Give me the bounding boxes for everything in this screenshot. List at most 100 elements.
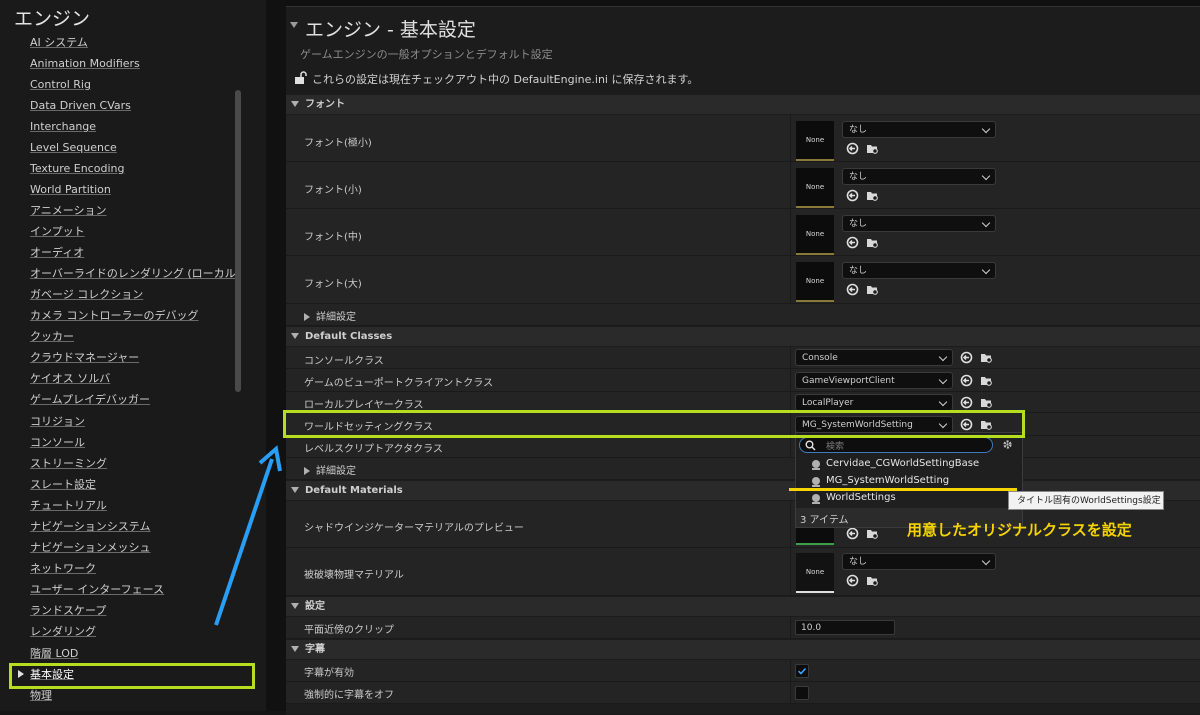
class-dropdown[interactable]: Console	[795, 349, 953, 366]
section-header-default-classes[interactable]: Default Classes	[286, 327, 1200, 346]
sidebar-item[interactable]: ネットワーク	[30, 560, 96, 578]
use-selected-icon[interactable]	[960, 374, 973, 387]
search-bar[interactable]	[286, 0, 1200, 7]
advanced-expander-row[interactable]: 詳細設定	[286, 304, 1200, 326]
sidebar-item[interactable]: ガベージ コレクション	[30, 286, 143, 304]
browse-folder-icon[interactable]	[980, 374, 993, 387]
sidebar-item[interactable]: ユーザー インターフェース	[30, 581, 164, 599]
sidebar-item[interactable]: Control Rig	[30, 76, 91, 94]
sidebar-item[interactable]: World Partition	[30, 181, 111, 199]
asset-dropdown[interactable]: なし	[842, 262, 996, 279]
use-selected-icon[interactable]	[960, 351, 973, 364]
asset-dropdown[interactable]: なし	[842, 121, 996, 138]
browse-folder-icon[interactable]	[980, 396, 993, 409]
class-dropdown[interactable]: GameViewportClient	[795, 372, 953, 389]
advanced-expander-row[interactable]: 詳細設定	[286, 458, 1200, 480]
use-selected-icon[interactable]	[846, 236, 859, 249]
near-clip-input[interactable]: 10.0	[795, 620, 895, 635]
sidebar-item[interactable]: アニメーション	[30, 202, 107, 220]
sidebar-item[interactable]: クッカー	[30, 328, 74, 346]
property-label: フォント(極小)	[304, 138, 372, 149]
browse-folder-icon[interactable]	[866, 527, 879, 540]
asset-dropdown[interactable]: なし	[842, 168, 996, 185]
asset-thumbnail[interactable]: None	[796, 168, 834, 208]
section-header-subtitles[interactable]: 字幕	[286, 640, 1200, 659]
collapse-arrow-icon[interactable]	[290, 22, 298, 28]
use-selected-icon[interactable]	[846, 574, 859, 587]
class-dropdown[interactable]: LocalPlayer	[795, 394, 953, 411]
asset-dropdown[interactable]: なし	[842, 553, 996, 570]
sidebar-item[interactable]: Data Driven CVars	[30, 97, 131, 115]
sidebar-item[interactable]: クラウドマネージャー	[30, 349, 139, 367]
sidebar-item[interactable]: ランドスケープ	[30, 602, 106, 620]
class-option[interactable]: WorldSettings	[826, 492, 896, 503]
collapse-arrow-icon	[291, 645, 299, 652]
sidebar-item[interactable]: カメラ コントローラーのデバッグ	[30, 307, 199, 325]
browse-folder-icon[interactable]	[866, 283, 879, 296]
sidebar-item[interactable]: ナビゲーションシステム	[30, 518, 150, 536]
gear-icon[interactable]	[1001, 438, 1014, 451]
advanced-label: 詳細設定	[316, 466, 356, 477]
config-note: これらの設定は現在チェックアウト中の DefaultEngine.ini に保存…	[312, 73, 699, 86]
use-selected-icon[interactable]	[846, 189, 859, 202]
subtitles-enabled-checkbox[interactable]	[795, 664, 809, 678]
property-label: レベルスクリプトアクタクラス	[304, 444, 443, 455]
sidebar-item[interactable]: コンソール	[30, 434, 85, 452]
class-search-input[interactable]: 検索	[799, 437, 993, 453]
sidebar-item[interactable]: オーバーライドのレンダリング (ローカル)	[30, 265, 240, 283]
browse-folder-icon[interactable]	[866, 189, 879, 202]
sidebar-item[interactable]: チュートリアル	[30, 497, 107, 515]
asset-thumbnail[interactable]: None	[796, 215, 834, 255]
property-label: 被破壊物理マテリアル	[304, 570, 404, 581]
sidebar-item[interactable]: Animation Modifiers	[30, 55, 140, 73]
asset-thumbnail[interactable]: None	[796, 262, 834, 302]
sidebar-item[interactable]: インプット	[30, 223, 85, 241]
browse-folder-icon[interactable]	[866, 574, 879, 587]
annotation-text: 用意したオリジナルクラスを設定	[907, 521, 1132, 539]
sidebar-item[interactable]: 階層 LOD	[30, 645, 78, 663]
column-divider	[790, 209, 791, 255]
class-option-selected[interactable]: MG_SystemWorldSetting	[826, 475, 949, 486]
sidebar-item[interactable]: レンダリング	[30, 623, 96, 641]
asset-thumbnail[interactable]: None	[796, 121, 834, 161]
property-row: コンソールクラス Console	[286, 347, 1200, 369]
sidebar-item[interactable]: ゲームプレイデバッガー	[30, 391, 150, 409]
property-row: 被破壊物理マテリアル None なし	[286, 548, 1200, 596]
advanced-label: 詳細設定	[316, 312, 356, 323]
sidebar-item[interactable]: スレート設定	[30, 476, 96, 494]
chevron-down-icon	[981, 218, 991, 228]
chevron-down-icon	[981, 124, 991, 134]
sidebar-item[interactable]: ケイオス ソルバ	[30, 370, 110, 388]
dropdown-value: Console	[802, 353, 838, 363]
property-label: 強制的に字幕をオフ	[304, 690, 394, 701]
dropdown-value: LocalPlayer	[802, 398, 854, 408]
advanced-expander[interactable]: 詳細設定	[304, 308, 356, 323]
use-selected-icon[interactable]	[846, 142, 859, 155]
sidebar-item[interactable]: ストリーミング	[30, 455, 107, 473]
advanced-expander[interactable]: 詳細設定	[304, 462, 356, 477]
section-header-fonts[interactable]: フォント	[286, 95, 1200, 114]
property-row-partial	[286, 704, 1200, 715]
use-selected-icon[interactable]	[846, 283, 859, 296]
browse-folder-icon[interactable]	[866, 236, 879, 249]
sidebar-item[interactable]: ナビゲーションメッシュ	[30, 539, 150, 557]
property-label: 字幕が有効	[304, 668, 354, 679]
sidebar-item[interactable]: AI システム	[30, 34, 88, 52]
sidebar-item[interactable]: 物理	[30, 687, 52, 705]
sidebar-item[interactable]: オーディオ	[30, 244, 84, 262]
section-header-settings[interactable]: 設定	[286, 597, 1200, 616]
sidebar-item[interactable]: Texture Encoding	[30, 160, 124, 178]
use-selected-icon[interactable]	[960, 396, 973, 409]
sidebar-item[interactable]: Interchange	[30, 118, 96, 136]
asset-dropdown[interactable]: なし	[842, 215, 996, 232]
sidebar-item[interactable]: Level Sequence	[30, 139, 117, 157]
asset-thumbnail[interactable]: None	[796, 553, 834, 593]
section-title: Default Classes	[305, 331, 393, 342]
use-selected-icon[interactable]	[846, 527, 859, 540]
browse-folder-icon[interactable]	[866, 142, 879, 155]
sidebar-scrollbar[interactable]	[235, 90, 241, 392]
browse-folder-icon[interactable]	[980, 351, 993, 364]
sidebar-item[interactable]: コリジョン	[30, 413, 85, 431]
force-subtitles-off-checkbox[interactable]	[795, 686, 809, 700]
class-option[interactable]: Cervidae_CGWorldSettingBase	[826, 458, 979, 469]
